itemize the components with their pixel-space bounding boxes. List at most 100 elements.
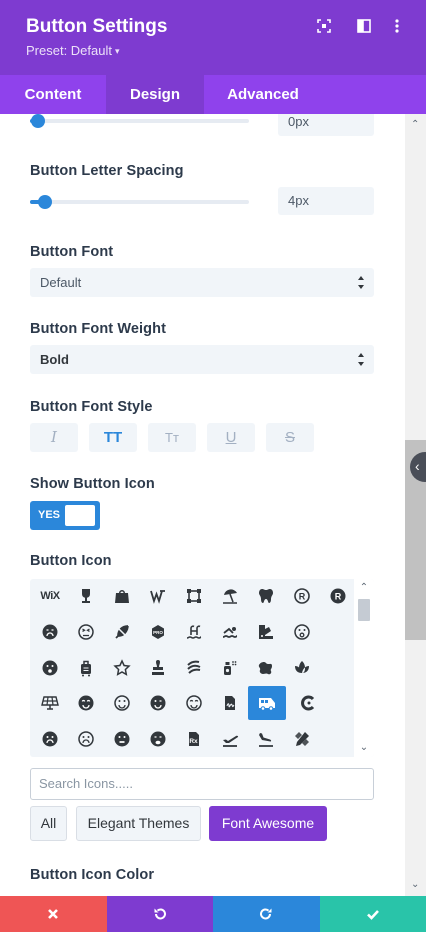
smile-icon[interactable] <box>104 686 140 720</box>
caret-down-icon: ▾ <box>115 46 120 56</box>
pencil-ruler-icon[interactable] <box>284 722 320 756</box>
italic-button[interactable]: I <box>30 423 78 452</box>
pro-badge-icon[interactable]: PRO <box>140 615 176 649</box>
sidebar-layout-icon[interactable] <box>356 18 372 34</box>
shipping-icon[interactable] <box>290 686 326 720</box>
sad-outline-icon[interactable] <box>68 722 104 756</box>
wine-bottle-icon[interactable] <box>68 579 104 613</box>
solar-panel-icon[interactable] <box>32 686 68 720</box>
smile-outline-icon[interactable] <box>176 686 212 720</box>
swimmer-icon[interactable] <box>212 615 248 649</box>
undo-icon <box>154 908 166 920</box>
sad-tear-icon[interactable] <box>104 722 140 756</box>
more-vertical-icon[interactable] <box>389 18 405 34</box>
strikethrough-button[interactable]: S <box>266 423 314 452</box>
icon-grid-scrollbar[interactable]: ⌃ ⌄ <box>354 579 374 757</box>
undo-button[interactable] <box>106 896 213 932</box>
select-arrows-icon <box>358 276 364 289</box>
toggle-yes-text: YES <box>38 509 61 521</box>
surprise-icon[interactable] <box>284 615 320 649</box>
filter-all-button[interactable]: All <box>30 806 67 841</box>
sad-icon[interactable] <box>32 722 68 756</box>
signature-icon[interactable] <box>212 686 248 720</box>
modal-title: Button Settings <box>26 16 168 37</box>
show-icon-label: Show Button Icon <box>30 476 155 492</box>
save-button[interactable] <box>319 896 426 932</box>
wix-icon[interactable]: WiX <box>32 579 68 613</box>
plane-departure-icon[interactable] <box>212 722 248 756</box>
redo-icon <box>260 908 272 920</box>
sad-cry-solid-icon[interactable] <box>140 722 176 756</box>
icon-picker-grid: WiX R R PRO Rx ⌃ ⌄ <box>30 579 374 757</box>
check-icon <box>366 910 379 920</box>
tab-design[interactable]: Design <box>106 75 204 114</box>
swimming-pool-icon[interactable] <box>176 615 212 649</box>
vector-square-icon[interactable] <box>176 579 212 613</box>
close-icon <box>48 909 59 919</box>
settings-scroll-area: 0px Button Letter Spacing 4px Button Fon… <box>0 114 405 896</box>
filter-font-awesome-button[interactable]: Font Awesome <box>209 806 327 841</box>
umbrella-beach-icon[interactable] <box>212 579 248 613</box>
filter-elegant-themes-button[interactable]: Elegant Themes <box>76 806 201 841</box>
stamp-icon[interactable] <box>140 651 176 685</box>
star-outline-icon[interactable] <box>104 651 140 685</box>
small-caps-button[interactable]: Tт <box>148 423 196 452</box>
spray-can-icon[interactable] <box>212 651 248 685</box>
prescription-icon[interactable]: Rx <box>176 722 212 756</box>
cancel-button[interactable] <box>0 896 107 932</box>
svg-text:R: R <box>335 592 342 602</box>
preset-label: Preset: Default <box>26 43 112 58</box>
spa-icon[interactable] <box>284 651 320 685</box>
suitcase-rolling-icon[interactable] <box>68 651 104 685</box>
bag-icon[interactable] <box>104 579 140 613</box>
prev-value-input[interactable]: 0px <box>278 114 374 136</box>
underline-button[interactable]: U <box>207 423 255 452</box>
icon-color-label: Button Icon Color <box>30 867 155 883</box>
button-font-label: Button Font <box>30 244 114 260</box>
smile-beam-icon[interactable] <box>68 686 104 720</box>
scroll-down-arrow-icon[interactable]: ⌄ <box>358 743 370 753</box>
prev-slider[interactable] <box>30 114 249 128</box>
tired-face-icon[interactable] <box>68 615 104 649</box>
surprise-solid-icon[interactable] <box>32 651 68 685</box>
settings-tabs: Content Design Advanced <box>0 75 426 114</box>
plane-arrival-icon[interactable] <box>248 722 284 756</box>
font-weight-label: Button Font Weight <box>30 321 167 337</box>
scroll-down-arrow-icon[interactable]: ⌄ <box>411 880 421 890</box>
shuttle-van-icon[interactable] <box>248 686 286 720</box>
scroll-up-arrow-icon[interactable]: ⌃ <box>358 583 370 593</box>
svg-text:PRO: PRO <box>153 630 163 635</box>
registered-icon[interactable]: R <box>284 579 320 613</box>
wordpress-icon[interactable] <box>140 579 176 613</box>
uppercase-button[interactable]: TT <box>89 423 137 452</box>
registered-solid-icon[interactable]: R <box>320 579 356 613</box>
font-weight-value: Bold <box>40 352 69 367</box>
prev-slider-handle[interactable] <box>31 114 45 128</box>
splotch-icon[interactable] <box>248 651 284 685</box>
letter-spacing-handle[interactable] <box>38 195 52 209</box>
feather-icon[interactable] <box>104 615 140 649</box>
stack-exchange-icon[interactable] <box>176 651 212 685</box>
font-weight-select[interactable]: Bold <box>30 345 374 374</box>
letter-spacing-label: Button Letter Spacing <box>30 163 184 179</box>
button-font-select[interactable]: Default <box>30 268 374 297</box>
modal-footer <box>0 896 426 932</box>
sad-cry-icon[interactable] <box>32 615 68 649</box>
swatchbook-icon[interactable] <box>248 615 284 649</box>
tooth-icon[interactable] <box>248 579 284 613</box>
letter-spacing-slider[interactable] <box>30 195 249 209</box>
toggle-knob <box>65 505 95 526</box>
show-icon-toggle[interactable]: YES <box>30 501 100 530</box>
tab-advanced[interactable]: Advanced <box>204 75 322 114</box>
select-arrows-icon <box>358 353 364 366</box>
icon-search-input[interactable]: Search Icons..... <box>30 768 374 800</box>
scroll-up-arrow-icon[interactable]: ⌃ <box>411 120 421 130</box>
tab-content[interactable]: Content <box>0 75 106 114</box>
main-scrollbar[interactable]: ⌃ ⌄ <box>405 114 426 896</box>
smile-wink-icon[interactable] <box>140 686 176 720</box>
letter-spacing-input[interactable]: 4px <box>278 187 374 215</box>
icon-grid-scroll-thumb[interactable] <box>358 599 370 621</box>
preset-selector[interactable]: Preset: Default ▾ <box>26 43 120 58</box>
expand-icon[interactable] <box>316 18 332 34</box>
redo-button[interactable] <box>213 896 320 932</box>
